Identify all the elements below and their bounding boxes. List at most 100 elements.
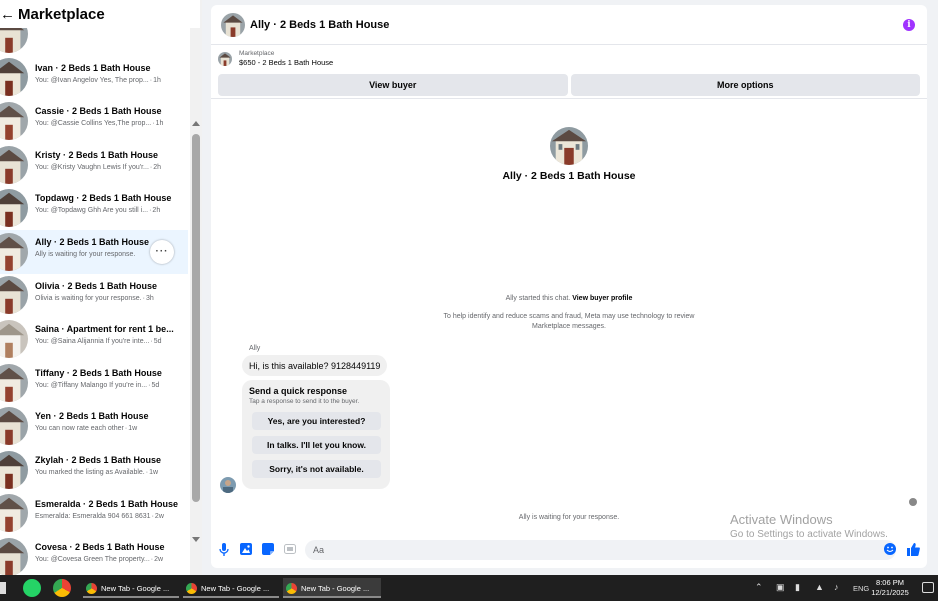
info-icon[interactable]: i [903, 19, 915, 31]
conversation-meta: You can now rate each other · 1w [35, 422, 180, 436]
conversation-item[interactable]: Ally · 2 Beds 1 Bath House Ally is waitin… [0, 229, 188, 274]
taskbar-tab-label: New Tab - Google ... [201, 583, 270, 593]
avatar[interactable] [550, 127, 588, 165]
conversation-texts: Ivan · 2 Beds 1 Bath House You: @Ivan Ang… [35, 62, 180, 88]
conversation-item[interactable]: Cassie · 2 Beds 1 Bath House You: @Cassie… [0, 99, 188, 143]
conversation-time: 1h [153, 76, 161, 84]
conversation-item[interactable]: Kristy · 2 Beds 1 Bath House You: @Kristy… [0, 143, 188, 187]
scroll-up-icon[interactable] [192, 121, 200, 126]
quick-response-interested[interactable]: Yes, are you interested? [252, 412, 381, 430]
chrome-icon [186, 582, 197, 594]
taskbar-tab-label: New Tab - Google ... [101, 583, 170, 593]
conversation-item[interactable]: Esmeralda · 2 Beds 1 Bath House Esmeralda… [0, 492, 188, 536]
conversation-texts: Esmeralda · 2 Beds 1 Bath House Esmeralda… [35, 498, 180, 524]
conversation-item[interactable]: Yen · 2 Beds 1 Bath House You can now rat… [0, 404, 188, 448]
taskbar-tab-label: New Tab - Google ... [301, 583, 370, 593]
gif-icon[interactable] [283, 542, 297, 556]
avatar [0, 537, 28, 575]
like-icon[interactable] [906, 542, 920, 556]
chat-center-name: Ally · 2 Beds 1 Bath House [502, 170, 636, 182]
conversation-texts: Topdawg · 2 Beds 1 Bath House You: @Topda… [35, 192, 180, 218]
conversation-item[interactable]: Ivan · 2 Beds 1 Bath House You: @Ivan Ang… [0, 56, 188, 100]
chat-panel: Ally · 2 Beds 1 Bath House i Marketplace… [211, 5, 927, 568]
action-bar: View buyer More options [211, 72, 927, 99]
conversation-name: Topdawg · 2 Beds 1 Bath House [35, 193, 172, 204]
scrollbar-thumb[interactable] [192, 134, 200, 502]
clock-date: 12/21/2025 [871, 588, 909, 597]
conversation-item[interactable]: Saina · Apartment for rent 1 be... You: @… [0, 317, 188, 361]
conversation-name: Tiffany · 2 Beds 1 Bath House [35, 367, 162, 378]
avatar[interactable] [221, 12, 245, 37]
photo-icon[interactable] [239, 542, 253, 556]
view-buyer-button[interactable]: View buyer [218, 74, 568, 96]
chrome-icon[interactable] [53, 579, 71, 597]
avatar [0, 276, 28, 315]
separator-dot: · [149, 163, 153, 171]
chat-started-text: Ally started this chat. [505, 295, 571, 302]
conversation-item[interactable]: Tiffany · 2 Beds 1 Bath House You: @Tiffa… [0, 361, 188, 405]
conversation-time: 2h [152, 207, 161, 215]
composer [211, 538, 927, 562]
conversation-texts: Yen · 2 Beds 1 Bath House You can now rat… [35, 410, 180, 436]
notification-icon[interactable] [922, 582, 934, 593]
conversation-meta: You: @Kristy Vaughn Lewis If you'r... · 2h [35, 161, 180, 175]
message-input[interactable] [305, 540, 896, 560]
listing-bar[interactable]: Marketplace $650 - 2 Beds 1 Bath House [211, 45, 927, 72]
conversation-name: Yen · 2 Beds 1 Bath House [35, 411, 149, 422]
conversation-item[interactable]: Covesa · 2 Beds 1 Bath House You: @Covesa… [0, 535, 188, 575]
usb-icon[interactable]: ▣ [776, 582, 785, 593]
separator-dot: · [150, 556, 154, 564]
conversation-time: 1h [155, 120, 164, 128]
chat-header: Ally · 2 Beds 1 Bath House i [211, 5, 927, 45]
conversation-time: 3h [145, 294, 154, 302]
quick-response-not-available[interactable]: Sorry, it's not available. [252, 460, 381, 478]
listing-label: Marketplace [239, 50, 275, 57]
conversation-name: Covesa · 2 Beds 1 Bath House [35, 542, 165, 553]
more-options-icon[interactable]: ··· [150, 239, 174, 264]
conversation-preview: You: @Tiffany Malango If you're in... [35, 381, 148, 389]
separator-dot: · [148, 381, 151, 389]
seen-indicator-icon [909, 498, 917, 506]
conversation-item[interactable]: Topdawg · 2 Beds 1 Bath House You: @Topda… [0, 186, 188, 230]
more-options-button[interactable]: More options [570, 74, 920, 96]
view-buyer-profile-link[interactable]: View buyer profile [572, 295, 632, 302]
emoji-icon[interactable] [883, 542, 897, 556]
conversation-name: Esmeralda · 2 Beds 1 Bath House [35, 498, 179, 509]
start-icon[interactable] [0, 582, 6, 594]
scroll-down-icon[interactable] [192, 537, 200, 542]
taskbar-tab-2[interactable]: New Tab - Google ... [183, 578, 279, 598]
conversation-time: 1w [128, 425, 138, 433]
listing-title: $650 - 2 Beds 1 Bath House [239, 58, 334, 67]
quick-response-in-talks[interactable]: In talks. I'll let you know. [252, 436, 381, 454]
wifi-icon[interactable]: ▲ [815, 582, 824, 592]
conversation-time: 5d [151, 381, 160, 389]
taskbar-tab-1[interactable]: New Tab - Google ... [83, 578, 179, 598]
avatar [0, 189, 28, 228]
chevron-up-icon[interactable]: ⌃ [755, 582, 763, 593]
chat-title[interactable]: Ally · 2 Beds 1 Bath House [250, 19, 389, 31]
conversation-time: 2w [154, 512, 164, 520]
avatar [0, 101, 28, 140]
volume-icon[interactable]: ♪ [834, 582, 839, 592]
taskbar-tab-3[interactable]: New Tab - Google ... [283, 578, 381, 598]
whatsapp-icon[interactable] [23, 579, 41, 597]
separator-dot: · [145, 468, 149, 476]
conversation-preview: You: @Kristy Vaughn Lewis If you'r... [35, 163, 149, 171]
conversation-item[interactable]: Olivia · 2 Beds 1 Bath House Olivia is wa… [0, 274, 188, 318]
microphone-icon[interactable] [217, 542, 231, 556]
incoming-message[interactable]: Hi, is this available? 9128449119 [242, 355, 388, 376]
conversation-time: 1w [149, 468, 159, 476]
conversation-item[interactable]: Zkylah · 2 Beds 1 Bath House You marked t… [0, 448, 188, 492]
conversation-meta: You: @Ivan Angelov Yes, The prop... · 1h [35, 74, 180, 88]
back-arrow-icon[interactable]: ← [0, 7, 15, 22]
chrome-icon [86, 582, 97, 594]
conversation-preview: You: @Covesa Green The property... [35, 556, 150, 564]
quick-response-subtitle: Tap a response to send it to the buyer. [249, 398, 360, 405]
clock[interactable]: 8:06 PM 12/21/2025 [866, 578, 914, 598]
sticker-icon[interactable] [261, 542, 275, 556]
sidebar-title: Marketplace [18, 5, 105, 23]
separator-dot: · [150, 338, 153, 346]
conversation-preview: You can now rate each other [35, 425, 124, 433]
conversation-preview: You marked the listing as Available. [35, 468, 145, 476]
battery-icon[interactable]: ▮ [795, 582, 800, 593]
